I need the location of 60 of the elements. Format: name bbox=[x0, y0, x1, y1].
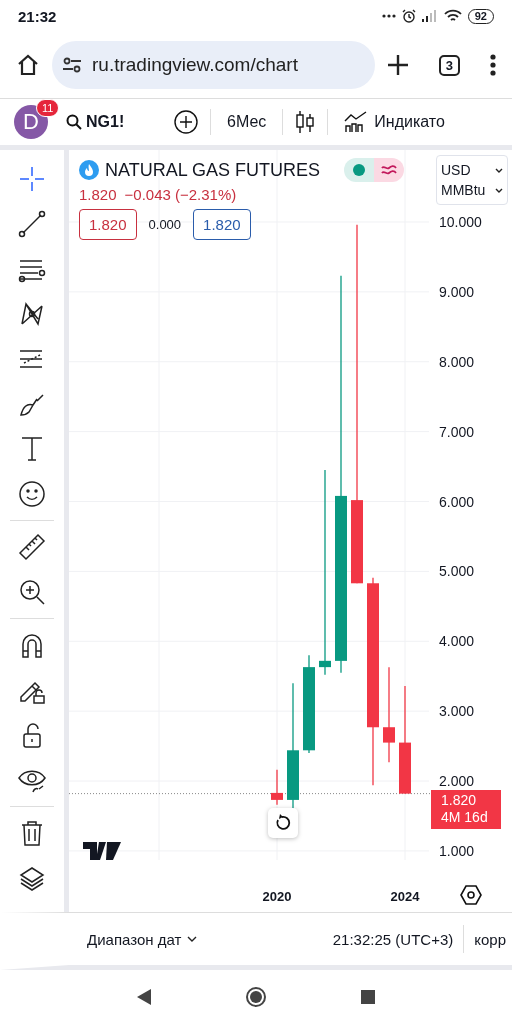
interval-button[interactable]: 6Мес bbox=[219, 113, 275, 131]
chevron-icon bbox=[495, 167, 503, 173]
symbol-search-button[interactable]: NG1! bbox=[66, 113, 166, 131]
price-axis-label: 7.000 bbox=[439, 423, 475, 440]
address-bar[interactable]: ru.tradingview.com/chart bbox=[52, 41, 375, 89]
currency-dropdown[interactable]: USD bbox=[441, 162, 503, 178]
emoji-tool-icon[interactable] bbox=[17, 479, 47, 509]
market-open-indicator bbox=[344, 158, 375, 182]
wave-icon bbox=[381, 164, 398, 176]
alarm-icon bbox=[401, 9, 416, 23]
sell-button[interactable]: 1.820 bbox=[79, 209, 137, 240]
candle bbox=[271, 769, 283, 806]
plus-icon[interactable] bbox=[386, 54, 409, 76]
time-axis-label: 2020 bbox=[262, 889, 292, 904]
tab-count-button[interactable]: 3 bbox=[438, 54, 460, 76]
ruler-tool-icon[interactable] bbox=[17, 532, 47, 562]
chevron-icon bbox=[495, 187, 503, 193]
price-axis-label: 2.000 bbox=[439, 773, 475, 790]
status-time: 21:32 bbox=[18, 7, 57, 25]
notification-badge: 11 bbox=[36, 99, 60, 117]
flame-icon bbox=[79, 160, 99, 180]
adjustment-button[interactable]: корр bbox=[474, 930, 506, 948]
date-range-button[interactable]: Диапазон дат bbox=[87, 930, 198, 948]
price-axis-label: 6.000 bbox=[439, 493, 475, 510]
price-change: −0.043 (−2.31%) bbox=[124, 186, 237, 203]
url-text: ru.tradingview.com/chart bbox=[92, 54, 298, 76]
site-settings-icon[interactable] bbox=[62, 56, 82, 74]
indicators-icon bbox=[344, 111, 369, 133]
menu-icon[interactable] bbox=[490, 54, 496, 76]
timezone-clock[interactable]: 21:32:25 (UTC+3) bbox=[332, 930, 454, 948]
price-axis-label: 1.000 bbox=[439, 842, 475, 859]
price-label-value: 1.820 bbox=[441, 792, 478, 809]
zoom-tool-icon[interactable] bbox=[17, 577, 47, 607]
time-axis-label: 2024 bbox=[390, 889, 420, 904]
bar-countdown: 4M 16d bbox=[441, 809, 489, 826]
signal-icon bbox=[421, 10, 438, 22]
buy-button[interactable]: 1.820 bbox=[193, 209, 251, 240]
crosshair-tool-icon[interactable] bbox=[17, 164, 47, 194]
trend-line-tool-icon[interactable] bbox=[17, 209, 47, 239]
home-button-icon[interactable] bbox=[245, 986, 267, 1008]
chevron-icon bbox=[187, 936, 198, 942]
price-axis-label: 10.000 bbox=[439, 214, 482, 230]
spread-value: 0.000 bbox=[148, 217, 182, 232]
price-axis-label: 8.000 bbox=[439, 353, 475, 370]
price-axis-label: 9.000 bbox=[439, 283, 475, 300]
tradingview-logo bbox=[83, 842, 121, 860]
last-price: 1.820 bbox=[79, 186, 117, 203]
back-icon[interactable] bbox=[137, 989, 151, 1005]
settings-icon[interactable] bbox=[460, 884, 482, 906]
add-symbol-icon[interactable] bbox=[174, 110, 198, 134]
price-axis-label: 5.000 bbox=[439, 563, 475, 580]
search-icon bbox=[66, 114, 82, 130]
home-icon[interactable] bbox=[16, 53, 40, 77]
indicators-button[interactable]: Индикато bbox=[336, 111, 453, 133]
price-axis-label: 4.000 bbox=[439, 633, 475, 650]
symbol-title: NATURAL GAS FUTURES bbox=[105, 159, 321, 181]
price-axis-label: 3.000 bbox=[439, 703, 475, 720]
more-icon bbox=[381, 14, 396, 18]
unit-dropdown[interactable]: MMBtu bbox=[441, 182, 503, 198]
wifi-icon bbox=[443, 9, 462, 23]
